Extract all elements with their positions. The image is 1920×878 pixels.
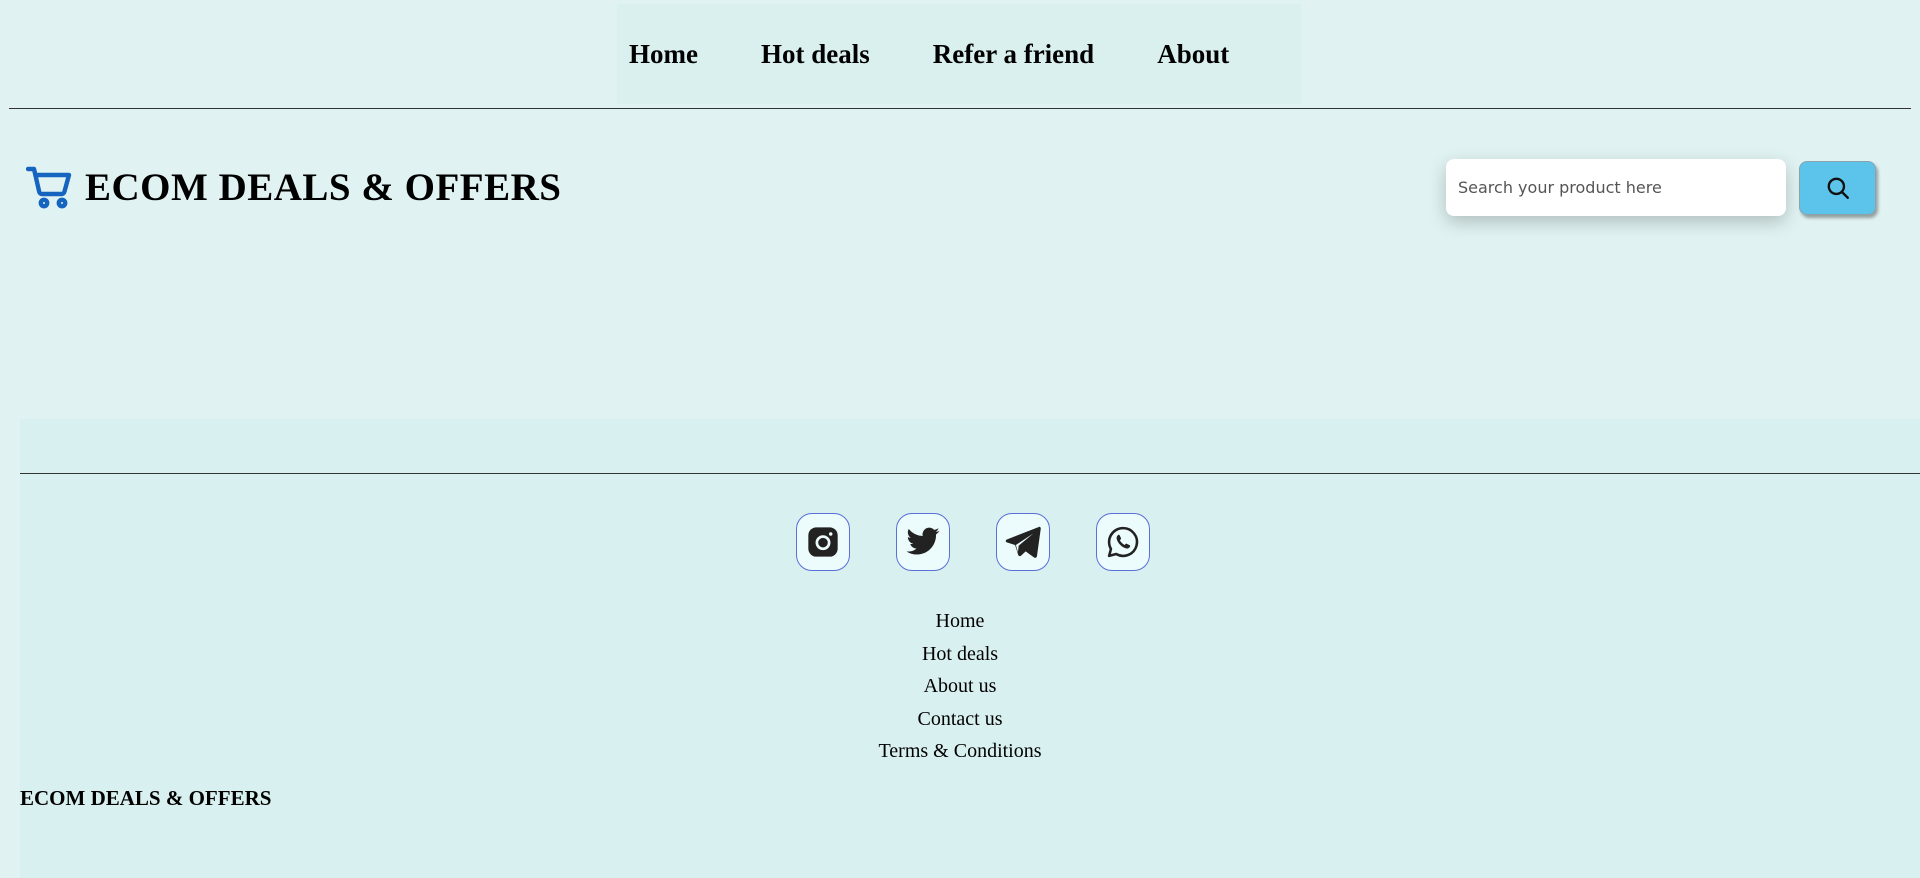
search-icon [1827,177,1849,199]
twitter-icon [906,527,940,555]
footer-link-home[interactable]: Home [936,605,985,638]
search-input[interactable] [1446,159,1786,216]
telegram-link[interactable] [996,513,1050,571]
instagram-icon [808,527,838,557]
whatsapp-icon [1107,526,1139,558]
header-divider [9,108,1911,109]
footer-links: Home Hot deals About us Contact us Terms… [0,605,1920,768]
brand-title: ECOM DEALS & OFFERS [85,165,562,209]
nav-item-home[interactable]: Home [629,39,698,70]
telegram-icon [1005,526,1041,558]
footer-divider [20,473,1920,474]
footer-link-about-us[interactable]: About us [924,670,997,703]
footer: Home Hot deals About us Contact us Terms… [20,419,1920,878]
social-links [796,513,1196,573]
twitter-link[interactable] [896,513,950,571]
top-nav: Home Hot deals Refer a friend About [617,4,1301,104]
nav-item-refer-a-friend[interactable]: Refer a friend [933,39,1094,70]
nav-item-about[interactable]: About [1157,39,1229,70]
search-button[interactable] [1799,161,1876,215]
shopping-cart-icon [26,166,72,209]
brand: ECOM DEALS & OFFERS [26,158,561,216]
page: Home Hot deals Refer a friend About ECOM… [0,0,1920,878]
footer-brand: ECOM DEALS & OFFERS [20,786,272,810]
whatsapp-link[interactable] [1096,513,1150,571]
nav-item-hot-deals[interactable]: Hot deals [761,39,870,70]
footer-link-hot-deals[interactable]: Hot deals [922,638,998,671]
footer-link-terms[interactable]: Terms & Conditions [878,735,1041,768]
footer-link-contact-us[interactable]: Contact us [918,703,1003,736]
instagram-link[interactable] [796,513,850,571]
